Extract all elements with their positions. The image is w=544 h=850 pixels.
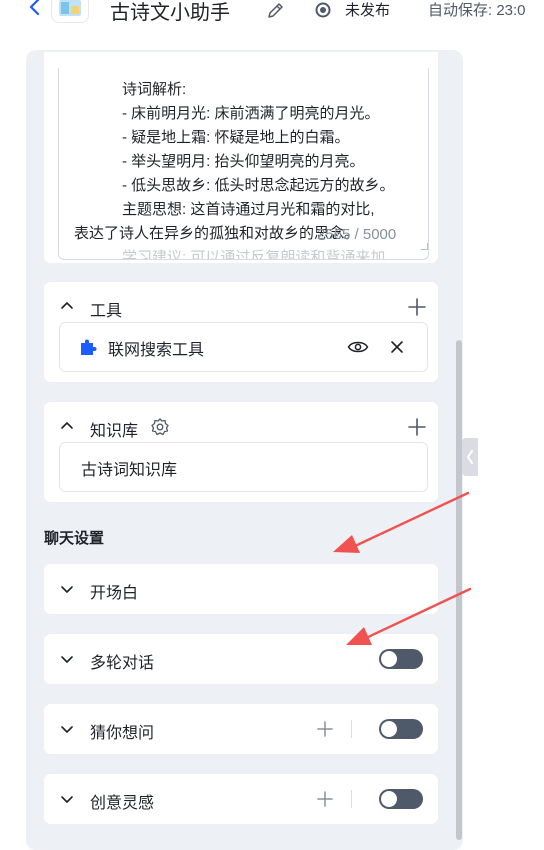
close-icon[interactable]: [390, 340, 404, 354]
knowledge-name: 古诗词知识库: [81, 462, 178, 479]
chevron-left-icon: [467, 450, 473, 464]
prompt-line: 主题思想: 这首诗通过月光和霜的对比,: [122, 201, 375, 218]
prompt-line: - 床前明月光: 床前洒满了明亮的月光。: [122, 105, 380, 122]
puzzle-icon: [81, 339, 97, 355]
section-title: 多轮对话: [90, 655, 155, 672]
tool-name: 联网搜索工具: [108, 342, 205, 359]
section-suggested-questions[interactable]: 猜你想问: [44, 704, 438, 754]
section-multi-turn[interactable]: 多轮对话: [44, 634, 438, 684]
divider: [351, 790, 352, 808]
back-arrow-icon[interactable]: [26, 0, 44, 20]
prompt-card: 诗词解析: - 床前明月光: 床前洒满了明亮的月光。 - 疑是地上霜: 怀疑是地…: [44, 52, 438, 263]
chevron-up-icon[interactable]: [59, 298, 75, 314]
divider: [351, 720, 352, 738]
chevron-down-icon[interactable]: [59, 791, 75, 807]
section-title: 创意灵感: [90, 795, 155, 812]
add-knowledge-icon[interactable]: [408, 418, 426, 436]
char-counter: 2565 / 5000: [317, 226, 397, 243]
pencil-icon[interactable]: [264, 0, 286, 22]
prompt-line: 诗词解析:: [122, 81, 187, 98]
status-dot-icon: [315, 2, 331, 18]
chat-settings-label: 聊天设置: [44, 530, 105, 547]
chevron-down-icon[interactable]: [59, 651, 75, 667]
prompt-line: - 疑是地上霜: 怀疑是地上的白霜。: [122, 129, 350, 146]
chevron-down-icon[interactable]: [59, 581, 75, 597]
section-inspiration[interactable]: 创意灵感: [44, 774, 438, 824]
section-title: 猜你想问: [90, 725, 155, 742]
knowledge-card: 知识库 古诗词知识库: [44, 402, 438, 502]
chevron-up-icon[interactable]: [59, 418, 75, 434]
add-icon[interactable]: [316, 790, 334, 808]
chevron-down-icon[interactable]: [59, 721, 75, 737]
autosave-time: 自动保存: 23:0: [428, 2, 526, 19]
knowledge-title: 知识库: [90, 423, 139, 440]
tool-item[interactable]: 联网搜索工具: [59, 322, 428, 372]
inspiration-toggle[interactable]: [379, 789, 423, 809]
section-opening[interactable]: 开场白: [44, 564, 438, 614]
multi-turn-toggle[interactable]: [379, 649, 423, 669]
tools-card: 工具 联网搜索工具: [44, 282, 438, 382]
publish-status: 未发布: [345, 2, 391, 19]
section-title: 开场白: [90, 585, 139, 602]
resize-handle[interactable]: [421, 243, 428, 250]
tools-title: 工具: [90, 303, 123, 320]
app-avatar: [52, 0, 88, 22]
gear-icon[interactable]: [150, 417, 170, 437]
add-icon[interactable]: [316, 720, 334, 738]
collapse-handle[interactable]: [462, 438, 478, 476]
add-tool-icon[interactable]: [408, 298, 426, 316]
prompt-line: - 低头思故乡: 低头时思念起远方的故乡。: [122, 177, 395, 194]
prompt-textarea[interactable]: 诗词解析: - 床前明月光: 床前洒满了明亮的月光。 - 疑是地上霜: 怀疑是地…: [58, 68, 429, 260]
suggested-questions-toggle[interactable]: [379, 719, 423, 739]
prompt-line: - 举头望明月: 抬头仰望明亮的月亮。: [122, 153, 365, 170]
prompt-line: 学习建议: 可以通过反复朗读和背诵来加: [122, 249, 386, 260]
top-bar: 古诗文小助手 未发布 自动保存: 23:0: [0, 0, 544, 26]
app-title: 古诗文小助手: [110, 2, 230, 24]
knowledge-item[interactable]: 古诗词知识库: [59, 442, 428, 492]
scrollbar[interactable]: [456, 340, 462, 840]
eye-icon[interactable]: [347, 339, 369, 355]
